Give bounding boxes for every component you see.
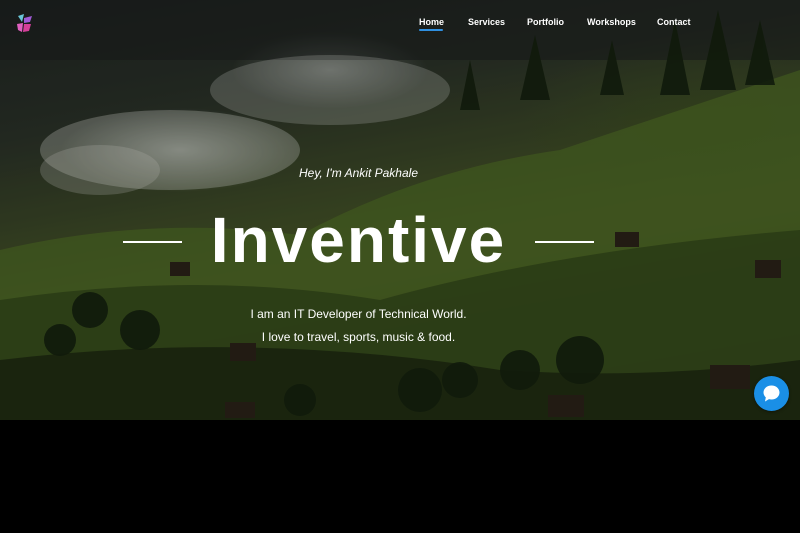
nav-item-services[interactable]: Services — [468, 17, 505, 27]
active-nav-indicator — [419, 29, 443, 31]
chat-bubble-icon — [763, 385, 780, 402]
nav-item-contact[interactable]: Contact — [657, 17, 691, 27]
hero-greeting: Hey, I'm Ankit Pakhale — [298, 166, 418, 180]
logo-icon[interactable] — [15, 12, 35, 34]
hero-title: Inventive — [210, 204, 507, 276]
nav-item-home[interactable]: Home — [419, 17, 444, 27]
title-divider-right — [535, 241, 594, 243]
nav-item-workshops[interactable]: Workshops — [587, 17, 636, 27]
chat-button[interactable] — [754, 376, 789, 411]
nav-item-portfolio[interactable]: Portfolio — [527, 17, 564, 27]
hero-description-line-1: I am an IT Developer of Technical World. — [250, 307, 467, 321]
hero-description-line-2: I love to travel, sports, music & food. — [261, 330, 456, 344]
